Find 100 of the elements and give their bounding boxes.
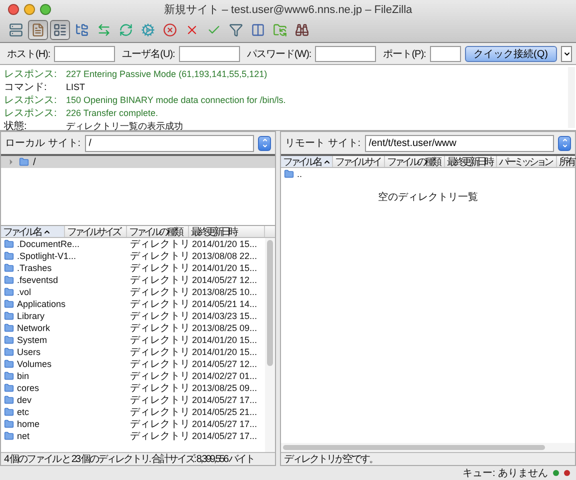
file-row[interactable]: Users ディレクトリ 2014/01/20 15... [1, 346, 265, 358]
log-message: ディレクトリ一覧の表示成功 [66, 120, 183, 132]
refresh-icon [119, 23, 133, 37]
file-name: .DocumentRe... [17, 239, 80, 249]
folder-icon [4, 251, 14, 261]
file-type: ディレクトリ [129, 310, 189, 323]
file-type: ディレクトリ [129, 406, 189, 419]
file-name: .Trashes [17, 263, 52, 273]
file-name: home [17, 419, 40, 429]
file-type: ディレクトリ [129, 262, 189, 275]
file-row[interactable]: Applications ディレクトリ 2014/05/21 14... [1, 298, 265, 310]
column-heading[interactable]: ファイルサイズ [65, 226, 127, 237]
modified-date: 2014/05/27 12... [191, 275, 258, 285]
folder-icon [19, 157, 29, 167]
log-message: 227 Entering Passive Mode (61,193,141,55,5,121) [66, 69, 268, 79]
log-label: レスポンス: [4, 94, 58, 107]
file-name: .fseventsd [17, 275, 58, 285]
input-field[interactable] [315, 46, 376, 62]
folder-icon [4, 359, 14, 369]
log-message: 150 Opening BINARY mode data connection for /bin/ls. [66, 95, 286, 105]
file-row[interactable]: .fseventsd ディレクトリ 2014/05/27 12... [1, 274, 265, 286]
file-row[interactable]: .vol ディレクトリ 2013/08/25 10... [1, 286, 265, 298]
file-row[interactable]: Network ディレクトリ 2013/08/25 09... [1, 322, 265, 334]
file-name: Library [17, 311, 45, 321]
file-row[interactable]: dev ディレクトリ 2014/05/27 17... [1, 394, 265, 406]
arrows-icon [97, 23, 111, 37]
log-label: 状態: [4, 120, 28, 133]
field-label: ユーザ名(U): [122, 48, 175, 60]
folder-icon [4, 371, 14, 381]
window-minimize-button[interactable] [24, 4, 35, 14]
field-label: ポート(P): [383, 48, 426, 60]
document-icon [31, 23, 45, 37]
file-type: ディレクトリ [129, 286, 189, 299]
stepper-button[interactable] [558, 136, 571, 150]
scrollbar-thumb[interactable] [283, 445, 545, 450]
file-row[interactable]: .Trashes ディレクトリ 2014/01/20 15... [1, 262, 265, 274]
file-row[interactable]: bin ディレクトリ 2014/02/27 01... [1, 370, 265, 382]
field-label: パスワード(W): [246, 48, 312, 60]
tree-item[interactable]: / [1, 156, 275, 168]
file-row[interactable]: .DocumentRe... ディレクトリ 2014/01/20 15... [1, 238, 265, 250]
file-type: ディレクトリ [129, 370, 189, 383]
column-heading[interactable]: 所有 [557, 156, 576, 167]
file-row[interactable]: Volumes ディレクトリ 2014/05/27 12... [1, 358, 265, 370]
file-type: ディレクトリ [129, 346, 189, 359]
modified-date: 2014/01/20 15... [191, 347, 258, 357]
file-row[interactable]: Library ディレクトリ 2014/03/23 15... [1, 310, 265, 322]
column-heading[interactable]: ファイルサイ [333, 156, 385, 167]
quickconnect-button[interactable]: クイック接続(Q) [464, 46, 557, 62]
empty-message: 空のディレクトリ一覧 [377, 190, 479, 204]
toolbar-button[interactable] [50, 20, 70, 40]
sort-ascending-icon [42, 228, 50, 236]
column-heading[interactable]: ファイルの種類 [127, 226, 189, 237]
file-type: ディレクトリ [129, 298, 189, 311]
columns-icon [251, 23, 265, 37]
file-name: bin [17, 371, 30, 381]
list-icon [53, 23, 67, 37]
file-row[interactable]: home ディレクトリ 2014/05/27 17... [1, 418, 265, 430]
file-row[interactable]: etc ディレクトリ 2014/05/25 21... [1, 406, 265, 418]
stepper-button[interactable] [258, 136, 271, 150]
status-light [564, 470, 570, 476]
file-name: Applications [17, 299, 66, 309]
input-field[interactable] [54, 46, 116, 62]
sort-ascending-icon [322, 158, 330, 166]
input-field[interactable] [178, 46, 240, 62]
file-row[interactable]: .Spotlight-V1... ディレクトリ 2013/08/08 22... [1, 250, 265, 262]
stop-icon [163, 23, 177, 37]
file-name: Volumes [17, 359, 52, 369]
modified-date: 2014/05/21 14... [191, 299, 258, 309]
column-heading[interactable]: 最終更新日時 [445, 156, 497, 167]
dropdown-button[interactable] [561, 46, 572, 62]
input-field[interactable] [430, 46, 461, 62]
folder-icon [4, 383, 14, 393]
scrollbar-thumb[interactable] [267, 240, 273, 366]
file-type: ディレクトリ [129, 358, 189, 371]
path-field[interactable]: /ent/t/test.user/www [364, 134, 554, 152]
status-light [553, 470, 559, 476]
file-row[interactable]: cores ディレクトリ 2013/08/25 09... [1, 382, 265, 394]
column-heading[interactable]: パーミッション [497, 156, 557, 167]
file-name: net [17, 431, 30, 441]
caret-icon [562, 50, 570, 58]
file-name: Users [17, 347, 41, 357]
window-title: 新規サイト – test.user@www6.nns.ne.jp – FileZilla [162, 2, 414, 16]
file-row[interactable]: .. [281, 168, 575, 180]
modified-date: 2014/02/27 01... [191, 371, 258, 381]
file-row[interactable]: net ディレクトリ 2014/05/27 17... [1, 430, 265, 442]
column-heading[interactable]: ファイル名 [1, 226, 65, 237]
column-heading[interactable]: ファイルの種類 [385, 156, 445, 167]
folder-icon [4, 239, 14, 249]
window-zoom-button[interactable] [40, 4, 51, 14]
file-row[interactable]: System ディレクトリ 2014/01/20 15... [1, 334, 265, 346]
server-icon [9, 23, 23, 37]
file-type: ディレクトリ [129, 418, 189, 431]
column-heading[interactable]: ファイル名 [281, 156, 333, 167]
window-close-button[interactable] [8, 4, 19, 14]
status-text: 4 個のファイル と 23 個のディレクトリ. 合計サイズ: 8,399,556 バイト [1, 452, 275, 465]
column-heading[interactable]: 最終更新日時 [189, 226, 265, 237]
path-field[interactable]: / [84, 134, 254, 152]
toolbar-button[interactable] [28, 20, 48, 40]
folder-icon [4, 311, 14, 321]
modified-date: 2014/03/23 15... [191, 311, 258, 321]
